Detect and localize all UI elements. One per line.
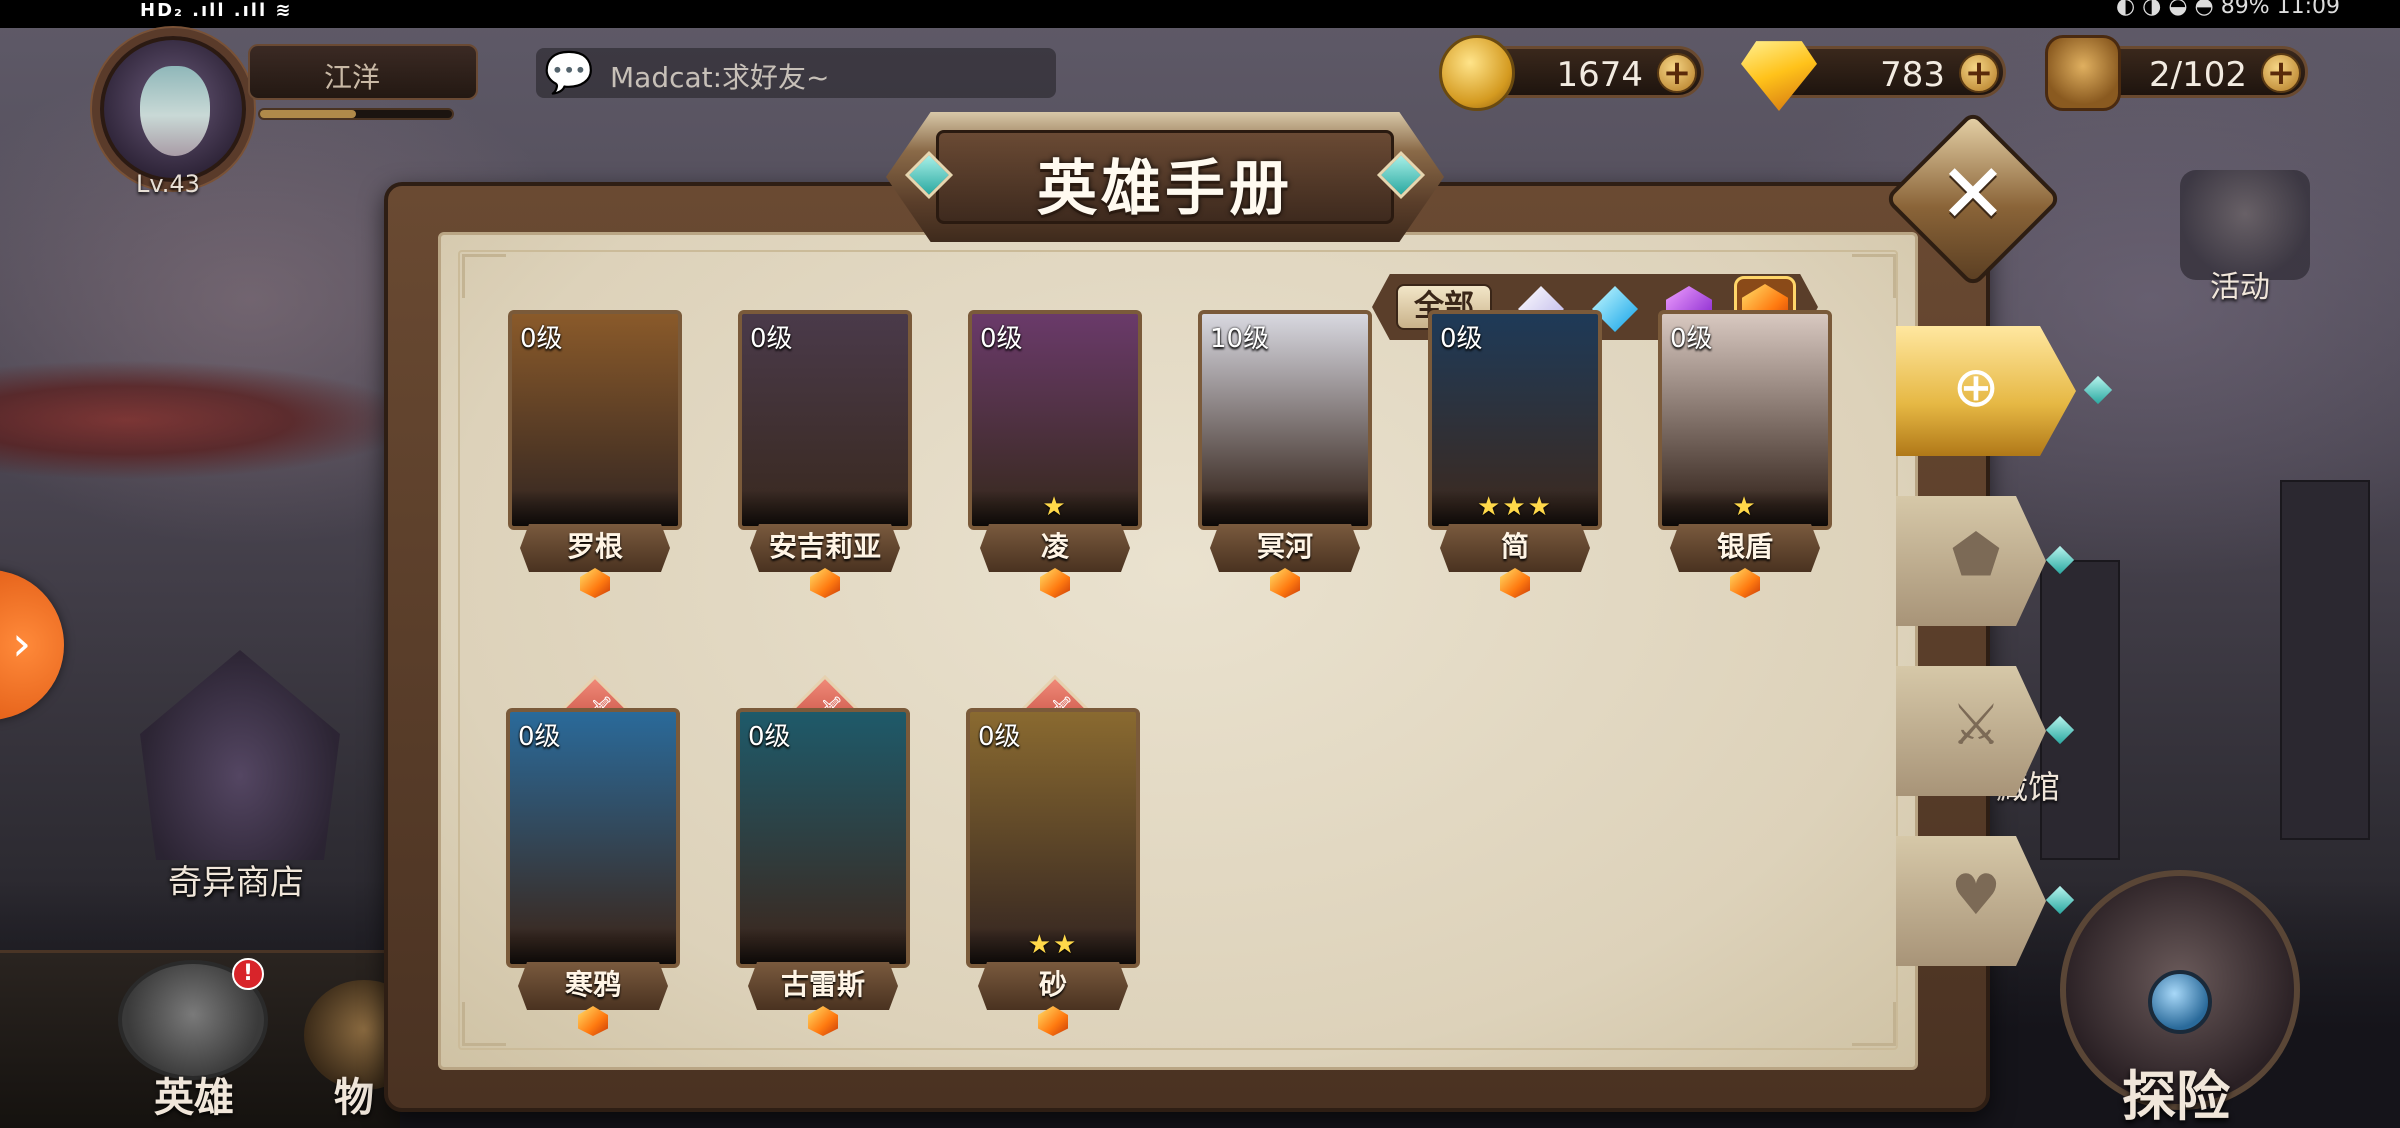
- hero-level: 0级: [980, 324, 1023, 354]
- avatar-face: [140, 66, 210, 156]
- portrait-shade: [512, 490, 678, 526]
- player-level: Lv.43: [136, 170, 200, 198]
- hero-nav-label: 英雄: [154, 1075, 234, 1121]
- hero-stars: ★★: [1027, 930, 1079, 960]
- hero-level: 0级: [978, 722, 1021, 752]
- corner-ornament: [462, 1002, 506, 1046]
- hero-level: 0级: [1440, 324, 1483, 354]
- player-exp-bar: [258, 108, 454, 120]
- activity-label: 活动: [2210, 270, 2270, 305]
- explore-orb-icon: [2148, 970, 2212, 1034]
- status-left: HD₂ .ıll .ıll ≋: [140, 0, 293, 21]
- hero-stars: ★: [1042, 492, 1068, 522]
- exp-fill: [260, 110, 356, 118]
- hero-name: 罗根: [566, 530, 623, 563]
- portrait-shade: [742, 490, 908, 526]
- item-nav-label: 物: [334, 1075, 374, 1121]
- explore-label: 探险: [2122, 1065, 2230, 1128]
- portrait-shade: [740, 928, 906, 964]
- system-status-bar: HD₂ .ıll .ıll ≋ ◐ ◑ ◒ ◓ 89% 11:09: [0, 0, 2400, 28]
- hero-level: 0级: [748, 722, 791, 752]
- hero-name: 简: [1500, 530, 1529, 563]
- hero-portrait: 10级: [1198, 310, 1372, 530]
- heart-icon: ♥: [1950, 863, 2002, 928]
- hero-level: 0级: [750, 324, 793, 354]
- red-trees: [0, 360, 420, 480]
- hero-level: 0级: [518, 722, 561, 752]
- corner-ornament: [462, 254, 506, 298]
- hero-stars: ★: [1732, 492, 1758, 522]
- hero-portrait: 0级: [508, 310, 682, 530]
- hero-name: 古雷斯: [780, 968, 865, 1001]
- status-right: ◐ ◑ ◒ ◓ 89% 11:09: [2115, 0, 2340, 19]
- portrait-shade: [510, 928, 676, 964]
- hero-name: 冥河: [1256, 530, 1313, 563]
- hero-portrait: 0级: [736, 708, 910, 968]
- player-avatar[interactable]: [92, 28, 254, 190]
- shop-label: 奇异商店: [168, 863, 304, 903]
- grid-icon: ⊕: [1952, 355, 2000, 420]
- add-bag-button[interactable]: +: [2261, 53, 2301, 93]
- hero-stars: ★★★: [1477, 492, 1553, 522]
- bag-counter: 2/102 +: [2045, 35, 2308, 111]
- sword-icon: ⚔: [1950, 693, 2002, 758]
- hero-name: 银盾: [1716, 530, 1773, 563]
- hero-level: 0级: [520, 324, 563, 354]
- hero-name: 安吉莉亚: [768, 530, 881, 563]
- dialog-title: 英雄手册: [1037, 154, 1293, 224]
- hero-portrait: 0级: [966, 708, 1140, 968]
- portrait-shade: [1202, 490, 1368, 526]
- chevron-right-icon: ›: [12, 616, 32, 672]
- hero-name: 砂: [1038, 968, 1067, 1001]
- shield-icon: ⬟: [1951, 523, 2001, 588]
- corner-ornament: [1852, 1002, 1896, 1046]
- hero-level: 10级: [1210, 324, 1270, 354]
- bag-value: 2/102: [2149, 55, 2247, 95]
- hero-name: 寒鸦: [564, 968, 621, 1001]
- hero-level: 0级: [1670, 324, 1713, 354]
- gold-value: 1674: [1556, 55, 1643, 95]
- gem-value: 783: [1880, 55, 1945, 95]
- corner-ornament: [1852, 254, 1896, 298]
- hero-portrait: 0级: [738, 310, 912, 530]
- hero-portrait: 0级: [506, 708, 680, 968]
- chat-ticker[interactable]: 💬 Madcat:求好友~: [536, 48, 1056, 98]
- gem-counter: 783 +: [1741, 41, 2006, 111]
- close-icon[interactable]: ✕: [1914, 136, 2032, 254]
- chat-message: Madcat:求好友~: [610, 61, 830, 94]
- add-gold-button[interactable]: +: [1657, 53, 1697, 93]
- museum-tower: [2040, 560, 2120, 860]
- player-name-plate[interactable]: 江洋: [248, 44, 478, 100]
- player-name: 江洋: [324, 61, 381, 94]
- hero-name: 凌: [1040, 530, 1069, 563]
- chat-bubble-icon: 💬: [544, 50, 594, 96]
- gold-counter: 1674 +: [1439, 35, 1704, 111]
- hero-alert-badge: !: [232, 958, 264, 990]
- add-gems-button[interactable]: +: [1959, 53, 1999, 93]
- bag-icon: [2045, 35, 2121, 111]
- right-tower: [2280, 480, 2370, 840]
- gold-coin-icon: [1439, 35, 1515, 111]
